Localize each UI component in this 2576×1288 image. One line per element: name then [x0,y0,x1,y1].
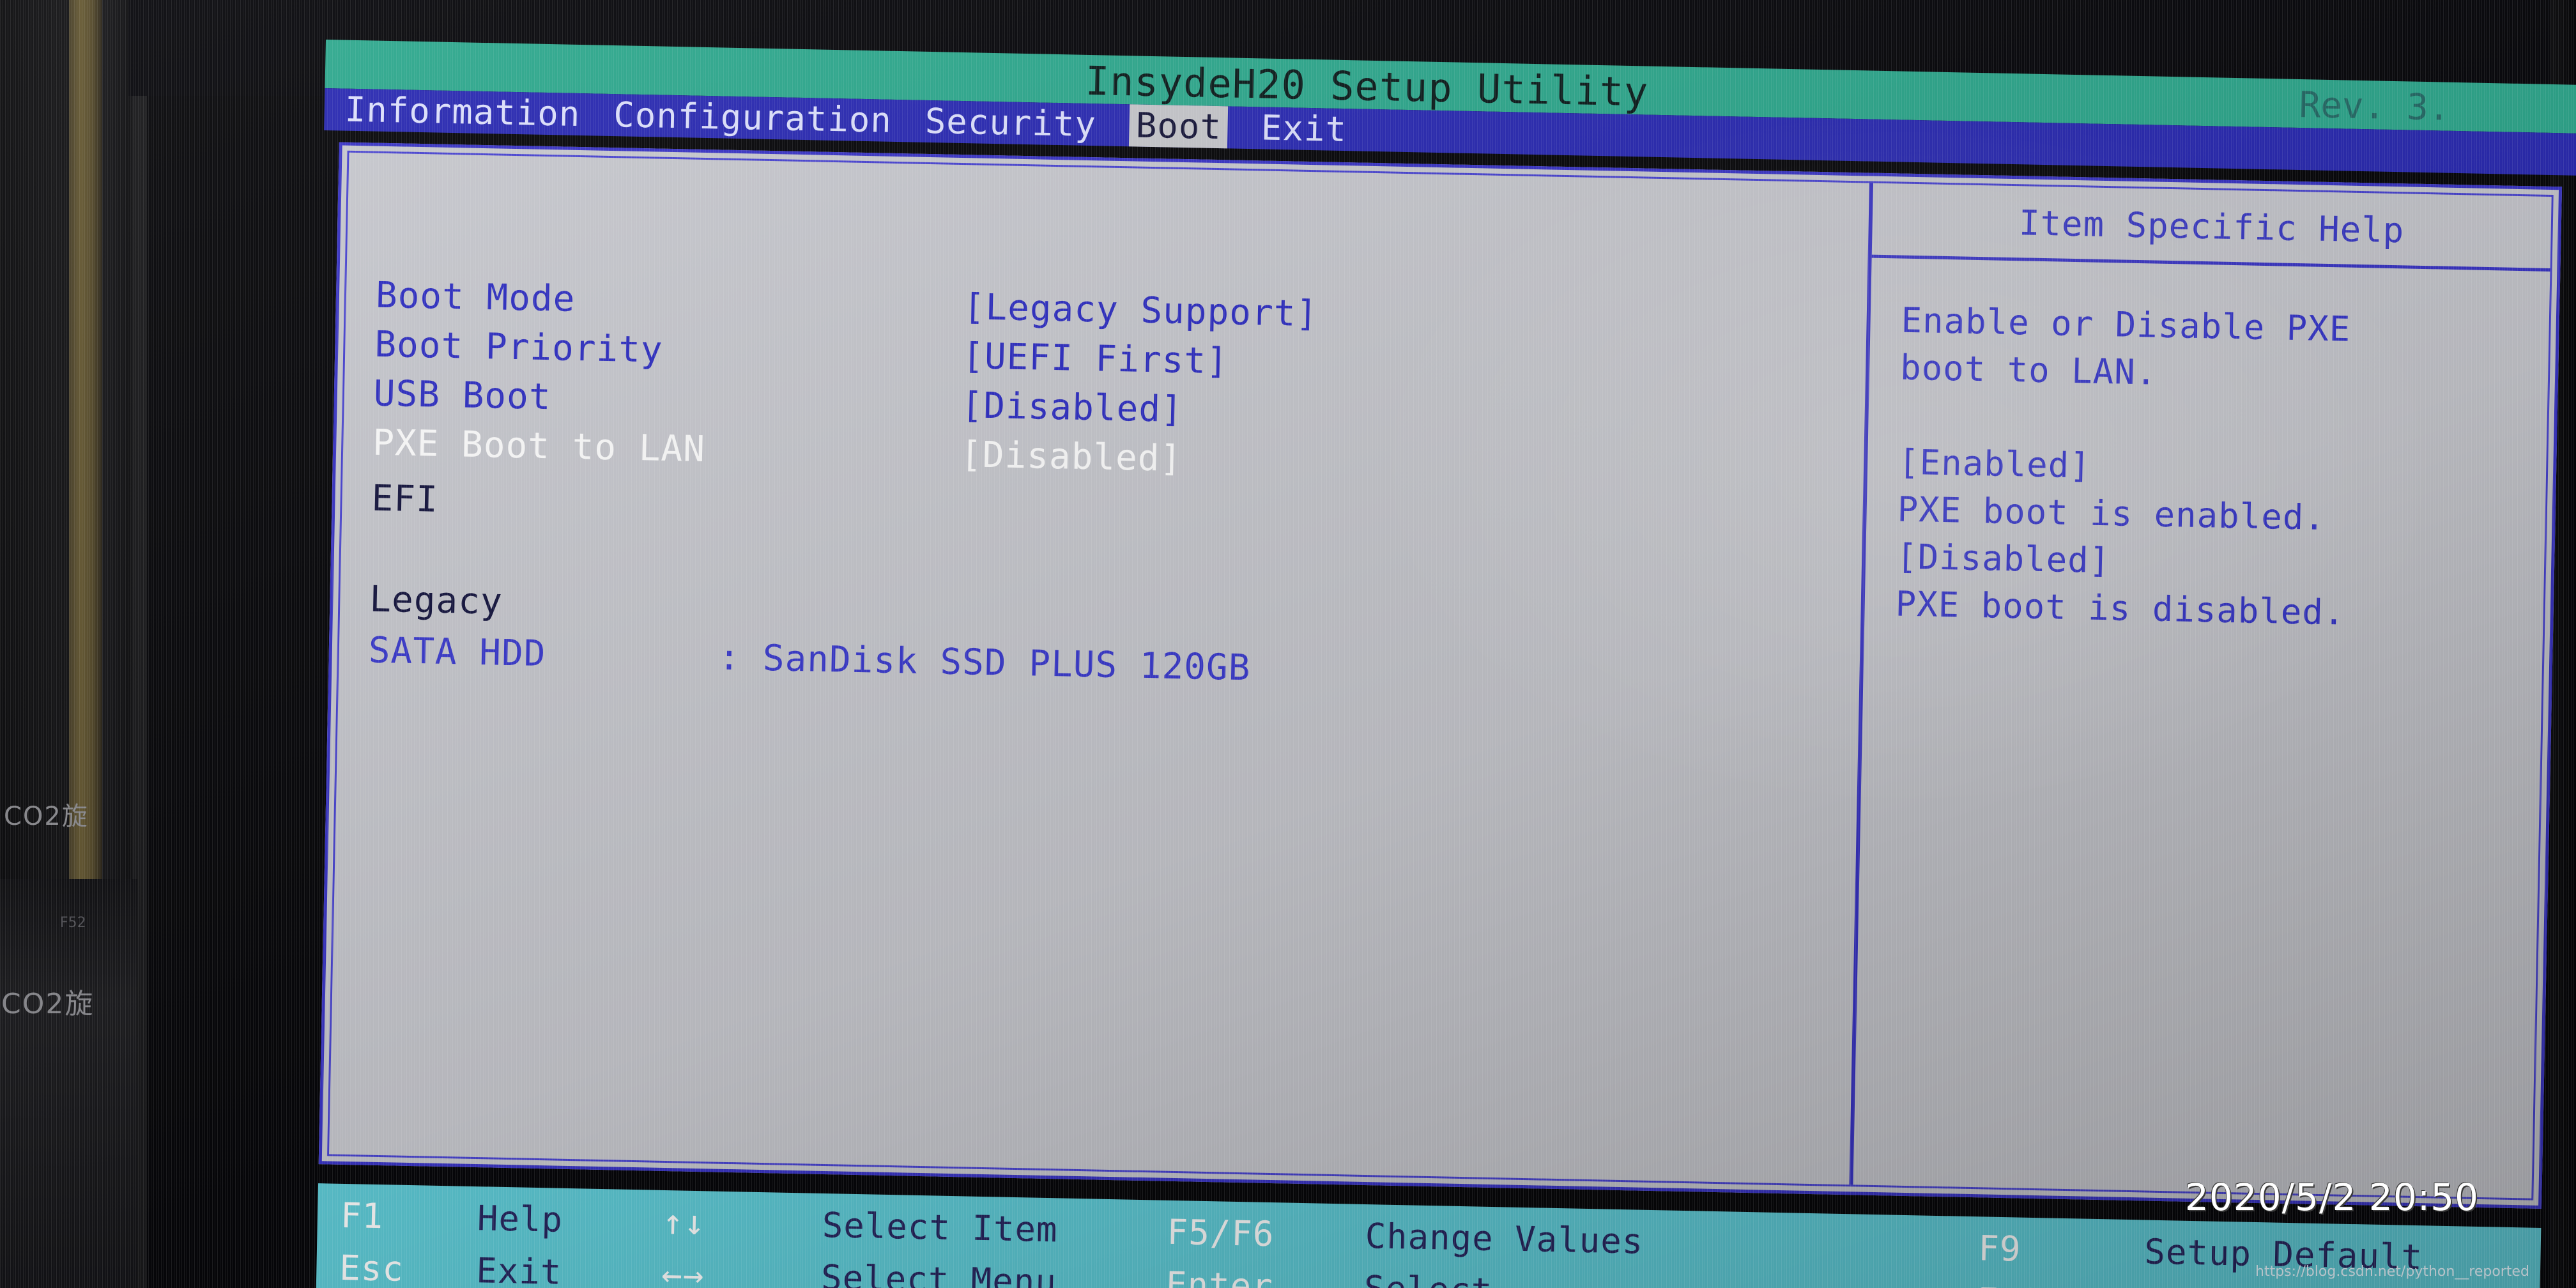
menu-item-exit[interactable]: Exit [1261,107,1347,151]
key-legend-key: F5/F6 [1167,1211,1275,1255]
key-legend-desc: Save and Exit [2143,1284,2422,1288]
help-pane-title: Item Specific Help [2018,203,2405,251]
setting-value-boot-mode[interactable]: [Legacy Support] [963,286,1319,335]
boot-device-row[interactable]: SATA HDD: SanDisk SSD PLUS 120GB [368,630,1251,689]
key-legend-desc: Select Menu [820,1257,1057,1288]
help-text-line: PXE boot is enabled. [1897,489,2326,538]
setting-label-usb-boot[interactable]: USB Boot [373,373,551,418]
menu-item-information[interactable]: Information [344,89,581,135]
key-legend-key: F1 [340,1195,384,1237]
key-legend-key: ↑↓ [662,1201,706,1243]
boot-device-name: SATA HDD [368,629,547,675]
device-group-header-legacy: Legacy [369,578,503,623]
setting-label-pxe-boot-to-lan[interactable]: PXE Boot to LAN [372,422,706,470]
foreground-object [0,879,137,1288]
key-legend-key: F10 [1977,1280,2042,1288]
key-legend-key: F9 [1977,1228,2022,1269]
content-frame: Boot Mode [Legacy Support] Boot Priority [U… [318,142,2563,1209]
setting-label-boot-priority[interactable]: Boot Priority [374,324,664,371]
foreground-object-label-top: СО2旋 [4,802,89,831]
help-text-line: [Disabled] [1896,536,2111,581]
boot-device-value: SanDisk SSD PLUS 120GB [740,637,1252,689]
content-inner-border: Boot Mode [Legacy Support] Boot Priority [U… [326,150,2554,1200]
help-text-line: boot to LAN. [1899,347,2158,393]
revision-label: Rev. 3. [2298,84,2451,129]
help-pane-body: Enable or Disable PXE boot to LAN. [Enable… [1873,183,2552,633]
setting-value-boot-priority[interactable]: [UEFI First] [962,335,1229,382]
foreground-object-label-bottom: CO2旋 [1,988,95,1020]
setting-value-usb-boot[interactable]: [Disabled] [961,385,1183,431]
key-legend-desc: Help [477,1198,564,1240]
key-legend-key: Esc [339,1247,404,1288]
help-text-line: Enable or Disable PXE [1901,300,2351,349]
settings-pane: Boot Mode [Legacy Support] Boot Priority [U… [329,153,1869,1184]
help-pane-rule [1871,254,2550,272]
photo-timestamp: 2020/5/2 20:50 [2185,1176,2480,1219]
bios-screen: InsydeH20 Setup Utility Rev. 3. Informat… [300,40,2576,1288]
menu-item-boot[interactable]: Boot [1129,104,1229,149]
setting-label-boot-mode[interactable]: Boot Mode [375,275,576,320]
help-text-line: PXE boot is disabled. [1895,583,2345,633]
key-legend-key: Enter [1165,1264,1274,1288]
setting-value-pxe-boot-to-lan[interactable]: [Disabled] [960,434,1183,480]
watermark-url: https://blog.csdn.net/python__reported [2255,1264,2529,1280]
menu-item-configuration[interactable]: Configuration [613,94,893,142]
key-legend-key: ←→ [661,1254,705,1288]
key-legend-desc: Select [1363,1268,1492,1288]
boot-device-spacer [546,666,718,669]
item-specific-help-pane: Item Specific Help Enable or Disable PXE… [1853,183,2552,1199]
menu-item-security[interactable]: Security [924,100,1096,146]
key-legend-desc: Exit [475,1250,563,1288]
foreground-object-small-label: F52 [60,915,86,931]
help-text-line: [Enabled] [1897,441,2092,486]
device-group-header-efi: EFI [371,477,439,521]
key-legend-desc: Select Item [822,1204,1059,1250]
photo-background: СО2旋 CO2旋 F52 InsydeH20 Setup Utility Re… [0,0,2576,1288]
boot-device-separator: : [717,636,741,679]
key-legend-desc: Change Values [1365,1216,1644,1262]
